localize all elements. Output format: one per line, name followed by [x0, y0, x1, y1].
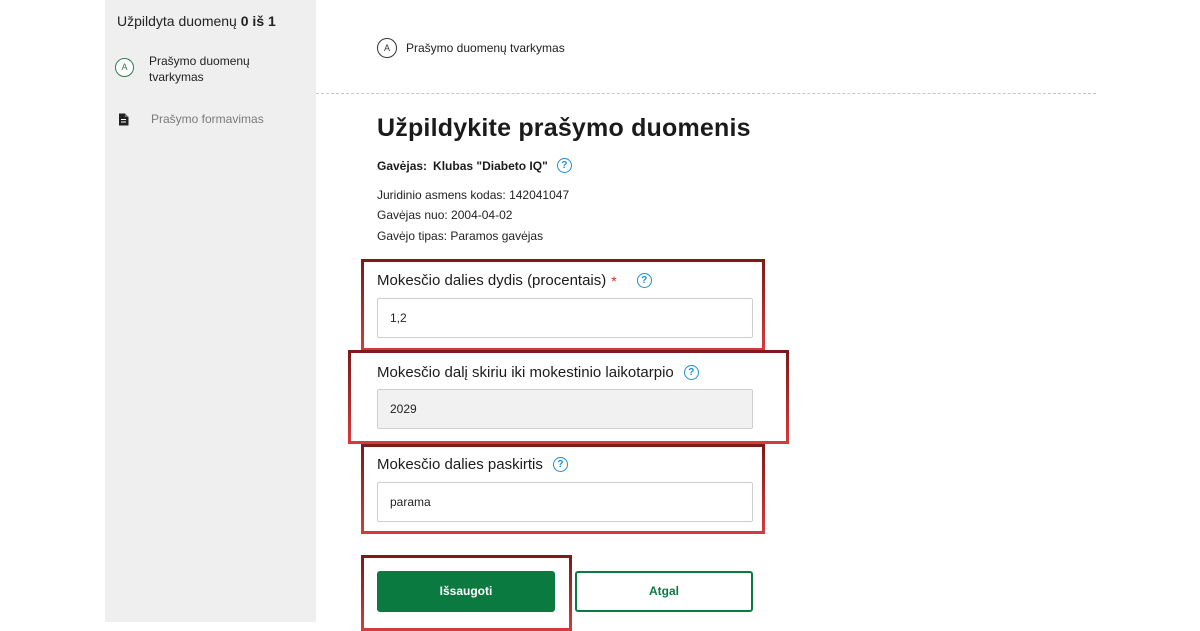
sidebar-item-label: Prašymo duomenų tvarkymas [149, 54, 250, 84]
help-icon[interactable]: ? [636, 273, 652, 288]
required-asterisk: * [611, 272, 617, 289]
recipient: Gavėjas: Klubas "Diabeto IQ" ? [377, 158, 572, 173]
divider [316, 93, 1096, 94]
back-button[interactable]: Atgal [575, 571, 753, 612]
progress-count: 0 iš 1 [240, 13, 276, 29]
legal-entity-code: Juridinio asmens kodas: 142041047 [377, 188, 570, 202]
step-a-icon: A [115, 58, 134, 77]
recipient-since: Gavėjas nuo: 2004-04-02 [377, 208, 513, 222]
recipient-label: Gavėjas: [377, 158, 428, 173]
tax-period-input[interactable] [377, 389, 753, 429]
sidebar-item-formation[interactable]: Prašymo formavimas [115, 111, 271, 127]
tax-period-label: Mokesčio dalį skiriu iki mokestinio laik… [377, 364, 699, 381]
field-label-text: Mokesčio dalies paskirtis [377, 456, 543, 473]
tax-share-size-label: Mokesčio dalies dydis (procentais) * ? [377, 272, 652, 289]
sidebar: Užpildyta duomenų 0 iš 1 A Prašymo duome… [105, 0, 316, 622]
document-icon [119, 113, 129, 126]
recipient-type: Gavėjo tipas: Paramos gavėjas [377, 229, 544, 243]
field-label-text: Mokesčio dalies dydis (procentais) [377, 272, 607, 289]
sidebar-item-data-management[interactable]: A Prašymo duomenų tvarkymas [115, 53, 269, 85]
help-icon[interactable]: ? [683, 365, 699, 380]
sidebar-item-label: Prašymo formavimas [151, 112, 264, 126]
page-title: Užpildykite prašymo duomenis [377, 114, 751, 142]
help-icon[interactable]: ? [552, 457, 568, 472]
progress-text: Užpildyta duomenų 0 iš 1 [117, 13, 276, 29]
breadcrumb-label: Prašymo duomenų tvarkymas [406, 41, 565, 55]
recipient-value: Klubas "Diabeto IQ" [433, 158, 548, 173]
help-icon[interactable]: ? [556, 158, 572, 173]
save-button[interactable]: Išsaugoti [377, 571, 555, 612]
tax-purpose-label: Mokesčio dalies paskirtis ? [377, 456, 568, 473]
tax-share-size-input[interactable] [377, 298, 753, 338]
tax-purpose-input[interactable] [377, 482, 753, 522]
step-a-icon: A [377, 38, 397, 58]
breadcrumb: A Prašymo duomenų tvarkymas [377, 38, 565, 58]
field-label-text: Mokesčio dalį skiriu iki mokestinio laik… [377, 364, 674, 381]
progress-prefix: Užpildyta duomenų [117, 13, 237, 29]
